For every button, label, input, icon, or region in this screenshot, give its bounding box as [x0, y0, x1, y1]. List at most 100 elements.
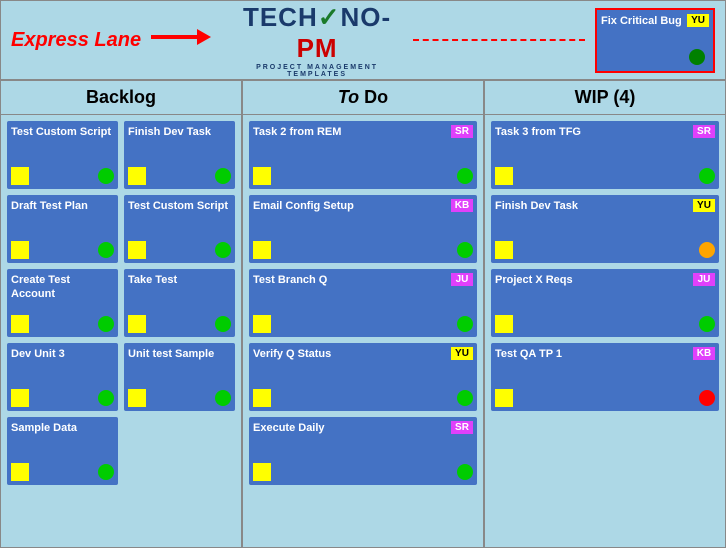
express-lane-dash	[413, 39, 585, 41]
card-dot-green	[457, 464, 473, 480]
card-title: Create Test Account	[11, 273, 114, 302]
card-yellow-square	[253, 241, 271, 259]
todo-header: To Do	[243, 81, 483, 115]
kanban-board: Backlog Test Custom Script Dra	[0, 80, 726, 548]
card-title: Take Test	[128, 273, 231, 287]
card-title: Test QA TP 1	[495, 347, 691, 361]
card-badge: SR	[451, 421, 473, 434]
logo-no: NO	[341, 2, 382, 32]
card-draft-test-plan: Draft Test Plan	[7, 195, 118, 263]
card-title: Finish Dev Task	[128, 125, 231, 139]
card-yellow-square	[128, 167, 146, 185]
card-badge: SR	[451, 125, 473, 138]
card-dot-green	[215, 390, 231, 406]
card-yellow-square	[128, 241, 146, 259]
card-title: Test Branch Q	[253, 273, 449, 287]
backlog-body: Test Custom Script Draft Test Plan	[1, 115, 241, 547]
card-dot-green	[457, 316, 473, 332]
logo-subtitle: PROJECT MANAGEMENT TEMPLATES	[231, 64, 403, 78]
card-badge: YU	[451, 347, 473, 360]
card-title: Dev Unit 3	[11, 347, 114, 361]
card-test-qa-tp1: Test QA TP 1 KB	[491, 343, 719, 411]
card-title: Test Custom Script	[11, 125, 114, 139]
card-take-test: Take Test	[124, 269, 235, 337]
todo-sub1: Task 2 from REM SR Email Config Setup KB	[249, 121, 477, 541]
card-title: Unit test Sample	[128, 347, 231, 361]
card-finish-dev-task-wip: Finish Dev Task YU	[491, 195, 719, 263]
card-yellow-square	[253, 315, 271, 333]
logo-pm: PM	[297, 33, 338, 63]
backlog-header: Backlog	[1, 81, 241, 115]
card-finish-dev-task-backlog: Finish Dev Task	[124, 121, 235, 189]
card-execute-daily: Execute Daily SR	[249, 417, 477, 485]
express-card-title: Fix Critical Bug	[601, 14, 685, 28]
card-title: Draft Test Plan	[11, 199, 114, 213]
card-yellow-square	[11, 167, 29, 185]
card-dot-green	[215, 168, 231, 184]
card-test-custom-script-2: Test Custom Script	[124, 195, 235, 263]
card-dev-unit-3: Dev Unit 3	[7, 343, 118, 411]
card-badge: KB	[693, 347, 715, 360]
card-yellow-square	[495, 241, 513, 259]
express-card-badge: YU	[687, 14, 709, 27]
express-lane-card: Fix Critical Bug YU	[595, 8, 715, 73]
logo-techno: TECH	[243, 2, 318, 32]
card-dot-green	[457, 242, 473, 258]
card-title: Execute Daily	[253, 421, 449, 435]
card-dot-green	[457, 390, 473, 406]
card-yellow-square	[253, 389, 271, 407]
backlog-sub1: Test Custom Script Draft Test Plan	[7, 121, 118, 541]
card-dot-green	[98, 316, 114, 332]
card-task3-tfg: Task 3 from TFG SR	[491, 121, 719, 189]
card-badge: JU	[451, 273, 473, 286]
card-title: Task 2 from REM	[253, 125, 449, 139]
logo-check-icon: ✓	[318, 2, 341, 32]
card-test-custom-script-1: Test Custom Script	[7, 121, 118, 189]
card-dot-red	[699, 390, 715, 406]
card-verify-q-status: Verify Q Status YU	[249, 343, 477, 411]
card-title: Test Custom Script	[128, 199, 231, 213]
column-todo: To Do Task 2 from REM SR Email Config Se…	[242, 80, 484, 548]
card-test-branch-q: Test Branch Q JU	[249, 269, 477, 337]
card-dot-orange	[699, 242, 715, 258]
express-card-dot	[689, 49, 705, 65]
card-project-x-reqs: Project X Reqs JU	[491, 269, 719, 337]
column-wip: WIP (4) Task 3 from TFG SR Finish Dev Ta…	[484, 80, 726, 548]
card-yellow-square	[253, 463, 271, 481]
card-dot-green	[699, 168, 715, 184]
card-title: Project X Reqs	[495, 273, 691, 287]
logo-area: TECH✓NO- PM PROJECT MANAGEMENT TEMPLATES	[231, 2, 403, 78]
card-yellow-square	[253, 167, 271, 185]
todo-body: Task 2 from REM SR Email Config Setup KB	[243, 115, 483, 547]
card-dot-green	[215, 242, 231, 258]
card-yellow-square	[495, 389, 513, 407]
card-dot-green	[215, 316, 231, 332]
card-dot-green	[98, 390, 114, 406]
card-badge: JU	[693, 273, 715, 286]
card-yellow-square	[11, 241, 29, 259]
card-create-test-account: Create Test Account	[7, 269, 118, 337]
card-task2-rem: Task 2 from REM SR	[249, 121, 477, 189]
card-badge: YU	[693, 199, 715, 212]
express-lane-label: Express Lane	[11, 29, 141, 52]
logo-dash: -	[382, 2, 392, 32]
card-dot-green	[98, 464, 114, 480]
card-badge: SR	[693, 125, 715, 138]
card-yellow-square	[128, 315, 146, 333]
card-dot-green	[98, 168, 114, 184]
card-dot-green	[457, 168, 473, 184]
card-dot-green	[98, 242, 114, 258]
card-unit-test-sample: Unit test Sample	[124, 343, 235, 411]
backlog-sub2: Finish Dev Task Test Custom Script	[124, 121, 235, 541]
wip-body: Task 3 from TFG SR Finish Dev Task YU	[485, 115, 725, 547]
card-sample-data: Sample Data	[7, 417, 118, 485]
card-title: Sample Data	[11, 421, 114, 435]
card-yellow-square	[495, 167, 513, 185]
wip-sub1: Task 3 from TFG SR Finish Dev Task YU	[491, 121, 719, 541]
express-lane-row: Express Lane TECH✓NO- PM PROJECT MANAGEME…	[0, 0, 726, 80]
card-yellow-square	[11, 463, 29, 481]
column-backlog: Backlog Test Custom Script Dra	[0, 80, 242, 548]
card-badge: KB	[451, 199, 473, 212]
card-yellow-square	[128, 389, 146, 407]
card-yellow-square	[11, 389, 29, 407]
